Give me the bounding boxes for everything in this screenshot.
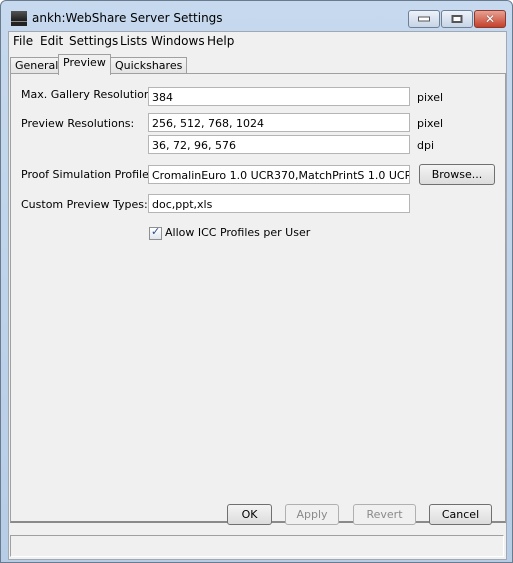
- menu-lists[interactable]: Lists: [120, 34, 147, 48]
- status-bar: [10, 535, 504, 557]
- menu-settings[interactable]: Settings: [69, 34, 118, 48]
- preview-resolutions-dpi-unit: dpi: [417, 139, 435, 152]
- menu-help[interactable]: Help: [207, 34, 234, 48]
- settings-window: ankh:WebShare Server Settings ✕ File Edi…: [0, 0, 513, 563]
- tab-general[interactable]: General: [10, 57, 64, 74]
- tab-preview[interactable]: Preview: [58, 54, 111, 75]
- ok-button[interactable]: OK: [227, 504, 272, 525]
- menu-windows[interactable]: Windows: [151, 34, 205, 48]
- proof-simulation-profiles-label: Proof Simulation Profiles:: [21, 168, 159, 181]
- max-gallery-resolution-input[interactable]: 384: [148, 87, 410, 106]
- menu-edit[interactable]: Edit: [40, 34, 63, 48]
- maximize-button[interactable]: [441, 10, 473, 28]
- cancel-button[interactable]: Cancel: [429, 504, 492, 525]
- proof-simulation-profiles-input[interactable]: CromalinEuro 1.0 UCR370,MatchPrintS 1.0 …: [148, 165, 410, 184]
- client-area: File Edit Settings Lists Windows Help Ge…: [8, 31, 507, 560]
- custom-preview-types-input[interactable]: doc,ppt,xls: [148, 194, 410, 213]
- max-gallery-resolution-unit: pixel: [417, 91, 444, 104]
- close-icon: ✕: [484, 12, 496, 26]
- apply-button[interactable]: Apply: [285, 504, 339, 525]
- menu-bar: File Edit Settings Lists Windows Help: [9, 32, 506, 51]
- custom-preview-types-label: Custom Preview Types:: [21, 198, 148, 211]
- preview-resolutions-pixel-unit: pixel: [417, 117, 444, 130]
- preview-resolutions-pixel-input[interactable]: 256, 512, 768, 1024: [148, 113, 410, 132]
- allow-icc-checkbox[interactable]: ✓: [149, 225, 162, 240]
- tab-quickshares[interactable]: Quickshares: [110, 57, 188, 74]
- minimize-button[interactable]: [408, 10, 440, 28]
- preview-resolutions-label: Preview Resolutions:: [21, 117, 135, 130]
- maximize-icon: [451, 15, 463, 23]
- allow-icc-label[interactable]: Allow ICC Profiles per User: [165, 226, 310, 239]
- close-button[interactable]: ✕: [474, 10, 506, 28]
- max-gallery-resolution-label: Max. Gallery Resolution:: [21, 88, 155, 101]
- preview-resolutions-dpi-input[interactable]: 36, 72, 96, 576: [148, 135, 410, 154]
- browse-button[interactable]: Browse...: [419, 164, 495, 185]
- menu-file[interactable]: File: [13, 34, 33, 48]
- preview-panel: Max. Gallery Resolution: 384 pixel Previ…: [10, 73, 506, 523]
- checkmark-icon: ✓: [151, 225, 161, 238]
- minimize-icon: [418, 16, 430, 22]
- window-title: ankh:WebShare Server Settings: [32, 11, 223, 25]
- revert-button[interactable]: Revert: [353, 504, 416, 525]
- title-bar[interactable]: ankh:WebShare Server Settings ✕: [1, 1, 512, 31]
- app-icon: [11, 11, 27, 26]
